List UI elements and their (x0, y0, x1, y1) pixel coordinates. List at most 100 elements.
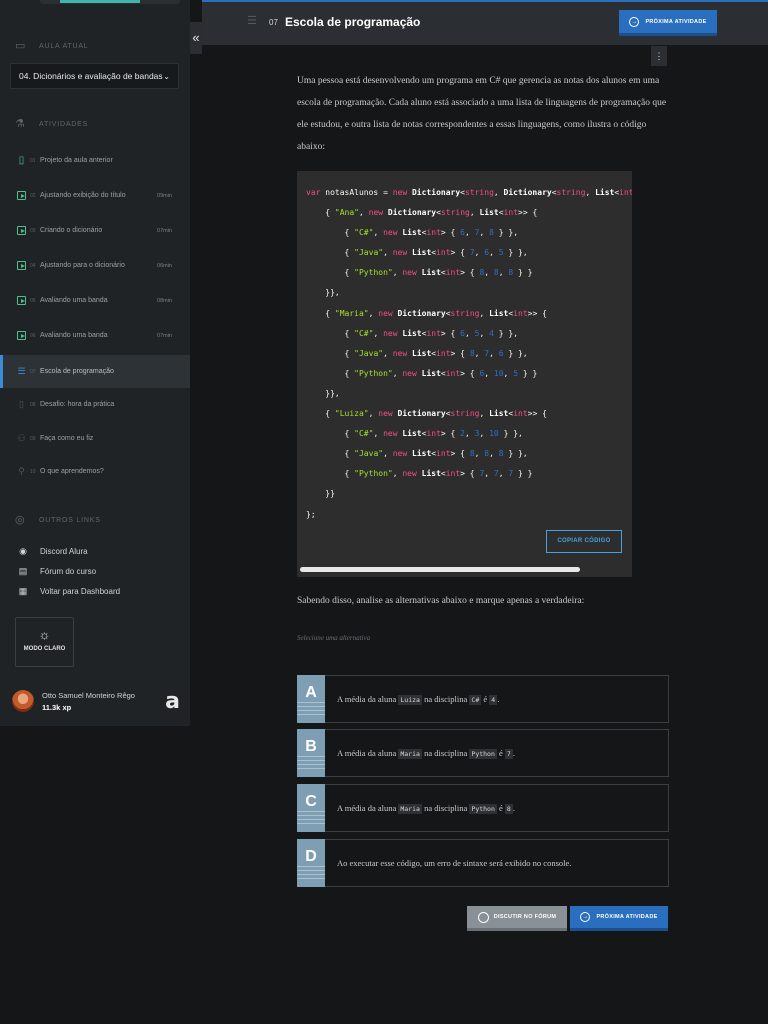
copy-code-button[interactable]: COPIAR CÓDIGO (546, 530, 622, 553)
activity-number: 06 (30, 332, 36, 339)
select-hint: Selecione uma alternativa (297, 634, 371, 642)
light-mode-button[interactable]: ☼ MODO CLARO (15, 617, 74, 667)
video-icon (17, 226, 26, 235)
current-lesson-heading: ▭ AULA ATUAL (15, 40, 89, 52)
option-text: Ao executar esse código, um erro de sint… (337, 858, 572, 868)
sun-icon: ☼ (38, 627, 51, 642)
video-icon (17, 261, 26, 270)
option-text-part: . (497, 694, 500, 704)
activity-number: 02 (30, 192, 36, 199)
option-letter: A (297, 675, 325, 723)
monitor-icon: ▭ (15, 40, 26, 52)
inline-code: Maria (398, 749, 422, 759)
video-icon (17, 191, 26, 200)
activity-duration: 06min (157, 262, 172, 269)
inline-code: 4 (489, 695, 498, 705)
book-icon: ▯ (18, 155, 25, 166)
activity-number: 03 (30, 227, 36, 234)
question-text: Sabendo disso, analise as alternativas a… (297, 596, 585, 606)
discord-icon: ◉ (19, 546, 27, 556)
course-progress-bar (0, 0, 190, 6)
other-links-heading: ◎ OUTROS LINKS (15, 514, 101, 526)
activity-item-06[interactable]: 06 Avaliando uma banda 07min (0, 319, 190, 352)
option-b[interactable]: B A média da aluna Maria na disciplina Py… (297, 729, 669, 777)
list-icon: ☰ (17, 366, 26, 376)
video-icon (17, 331, 26, 340)
activity-number: 10 (30, 468, 36, 475)
activity-item-01[interactable]: ▯ 01 Projeto da aula anterior (0, 144, 190, 177)
option-text-part: A média da aluna (337, 803, 399, 813)
activity-label: Projeto da aula anterior (40, 157, 113, 164)
activities-heading: ⚗ ATIVIDADES (15, 118, 89, 130)
list-icon: ☰ (247, 15, 257, 27)
option-text: A média da aluna Luiza na disciplina C# … (337, 694, 500, 705)
option-text-part: . (512, 803, 515, 813)
option-text: A média da aluna Maria na disciplina Pyt… (337, 803, 515, 814)
activity-label: Faça como eu fiz (40, 435, 94, 442)
option-text-part: é (496, 748, 505, 758)
avatar (12, 690, 34, 712)
user-xp: 11.3k xp (42, 702, 72, 712)
activity-label: Avaliando uma banda (40, 332, 108, 339)
horizontal-scrollbar[interactable] (300, 567, 580, 572)
collapse-sidebar-button[interactable]: « (190, 22, 202, 54)
activity-label: O que aprendemos? (40, 468, 104, 475)
sidebar: ▭ AULA ATUAL 04. Dicionários e avaliação… (0, 0, 190, 726)
option-text-part: na disciplina (421, 803, 470, 813)
activity-duration: 08min (157, 297, 172, 304)
video-icon (17, 296, 26, 305)
option-a[interactable]: A A média da aluna Luiza na disciplina C#… (297, 675, 669, 723)
activity-label: Ajustando para o dicionário (40, 262, 125, 269)
activity-item-08[interactable]: ▯ 08 Desafio: hora da prática (0, 388, 190, 421)
inline-code: C# (469, 695, 482, 705)
next-activity-button-top[interactable]: → PRÓXIMA ATIVIDADE (619, 10, 717, 36)
activity-content: Uma pessoa está desenvolvendo um program… (297, 70, 669, 158)
activity-label: Desafio: hora da prática (40, 401, 115, 408)
discuss-forum-button[interactable]: DISCUTIR NO FÓRUM (467, 906, 567, 931)
dashboard-icon: ▦ (18, 586, 28, 596)
next-activity-button-bottom[interactable]: → PRÓXIMA ATIVIDADE (570, 906, 668, 931)
forum-icon: ▤ (18, 566, 28, 576)
activity-item-02[interactable]: 02 Ajustando exibição do título 09min (0, 179, 190, 212)
activity-number: 01 (30, 157, 36, 164)
option-text-part: A média da aluna (337, 748, 399, 758)
activity-item-07[interactable]: ☰ 07 Escola de programação (0, 355, 190, 388)
option-text-part: na disciplina (421, 748, 470, 758)
chevron-down-icon: ⌄ (163, 71, 170, 81)
inline-code: Maria (398, 804, 422, 814)
option-text-part: na disciplina (421, 694, 470, 704)
activity-duration: 09min (157, 192, 172, 199)
activity-duration: 07min (157, 332, 172, 339)
intro-paragraph: Uma pessoa está desenvolvendo um program… (297, 76, 667, 152)
activity-label: Escola de programação (40, 368, 114, 375)
inline-code: Luiza (398, 695, 422, 705)
user-profile[interactable]: Otto Samuel Monteiro Rêgo 11.3k xp a (12, 686, 184, 716)
option-letter: B (297, 729, 325, 777)
inline-code: 8 (504, 804, 513, 814)
activity-item-09[interactable]: ⚇ 09 Faça como eu fiz (0, 422, 190, 455)
link-discord[interactable]: ◉ Discord Alura (18, 546, 88, 557)
activity-item-05[interactable]: 05 Avaliando uma banda 08min (0, 284, 190, 317)
option-letter: C (297, 784, 325, 832)
link-dashboard[interactable]: ▦ Voltar para Dashboard (18, 586, 120, 597)
option-d[interactable]: D Ao executar esse código, um erro de sin… (297, 839, 669, 887)
page-title: Escola de programação (285, 15, 421, 29)
activity-number: 08 (30, 401, 36, 408)
option-c[interactable]: C A média da aluna Maria na disciplina Py… (297, 784, 669, 832)
people-icon: ⚇ (17, 433, 26, 443)
arrow-right-circle-icon: → (580, 912, 591, 922)
globe-icon (477, 911, 489, 923)
activity-item-04[interactable]: 04 Ajustando para o dicionário 06min (0, 249, 190, 282)
activity-number: 09 (30, 435, 36, 442)
user-name: Otto Samuel Monteiro Rêgo (42, 690, 135, 700)
activity-number: 07 (269, 18, 278, 27)
lesson-select[interactable]: 04. Dicionários e avaliação de bandas ⌄ (10, 63, 179, 89)
inline-code: Python (469, 749, 497, 759)
activity-item-10[interactable]: ⚲ 10 O que aprendemos? (0, 455, 190, 488)
link-forum[interactable]: ▤ Fórum do curso (18, 566, 96, 577)
book-icon: ▯ (19, 399, 24, 409)
more-options-icon[interactable]: ⋮ (651, 46, 667, 66)
option-text-part: A média da aluna (337, 694, 399, 704)
activity-item-03[interactable]: 03 Criando o dicionário 07min (0, 214, 190, 247)
user-icon: ⚲ (18, 466, 25, 476)
